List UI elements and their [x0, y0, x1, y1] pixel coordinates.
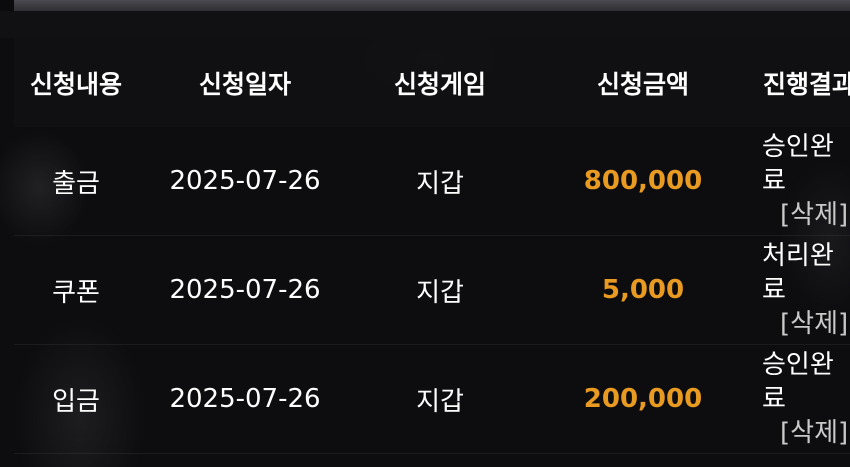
request-amount: 800,000 [583, 166, 703, 196]
status-text: 승인완료 [762, 132, 834, 196]
header-result: 진행결과 [763, 69, 850, 99]
request-date: 2025-07-26 [169, 275, 321, 305]
table-header: 신청내용 신청일자 신청게임 신청금액 진행결과 [14, 38, 850, 127]
request-game: 지갑 [416, 386, 464, 417]
request-type: 입금 [52, 386, 100, 417]
request-type: 출금 [52, 168, 100, 199]
delete-link[interactable]: [삭제] [762, 307, 850, 341]
request-amount: 5,000 [601, 275, 685, 305]
delete-link[interactable]: [삭제] [762, 198, 850, 232]
request-game: 지갑 [416, 277, 464, 308]
result-cell: 승인완료 [삭제] [762, 127, 850, 235]
table-row: 쿠폰 2025-07-26 지갑 5,000 처리완료 [삭제] [14, 236, 850, 345]
table-row: 출금 2025-07-26 지갑 800,000 승인완료 [삭제] [14, 127, 850, 236]
status-text: 승인완료 [762, 350, 834, 414]
table-row: 입금 2025-07-26 지갑 200,000 승인완료 [삭제] [14, 345, 850, 454]
request-date: 2025-07-26 [169, 384, 321, 414]
result-cell: 처리완료 [삭제] [762, 236, 850, 344]
top-strip [0, 11, 850, 38]
request-amount: 200,000 [583, 384, 703, 414]
request-game: 지갑 [416, 168, 464, 199]
top-banner-edge [14, 0, 850, 11]
header-request-type: 신청내용 [29, 69, 122, 99]
result-cell: 승인완료 [삭제] [762, 345, 850, 453]
request-history-table: 신청내용 신청일자 신청게임 신청금액 진행결과 출금 2025-07-26 지… [14, 38, 850, 454]
header-request-game: 신청게임 [393, 69, 486, 99]
delete-link[interactable]: [삭제] [762, 416, 850, 450]
request-date: 2025-07-26 [169, 166, 321, 196]
header-request-date: 신청일자 [198, 69, 291, 99]
request-type: 쿠폰 [52, 277, 100, 308]
header-request-amount: 신청금액 [596, 69, 689, 99]
status-text: 처리완료 [762, 241, 834, 305]
